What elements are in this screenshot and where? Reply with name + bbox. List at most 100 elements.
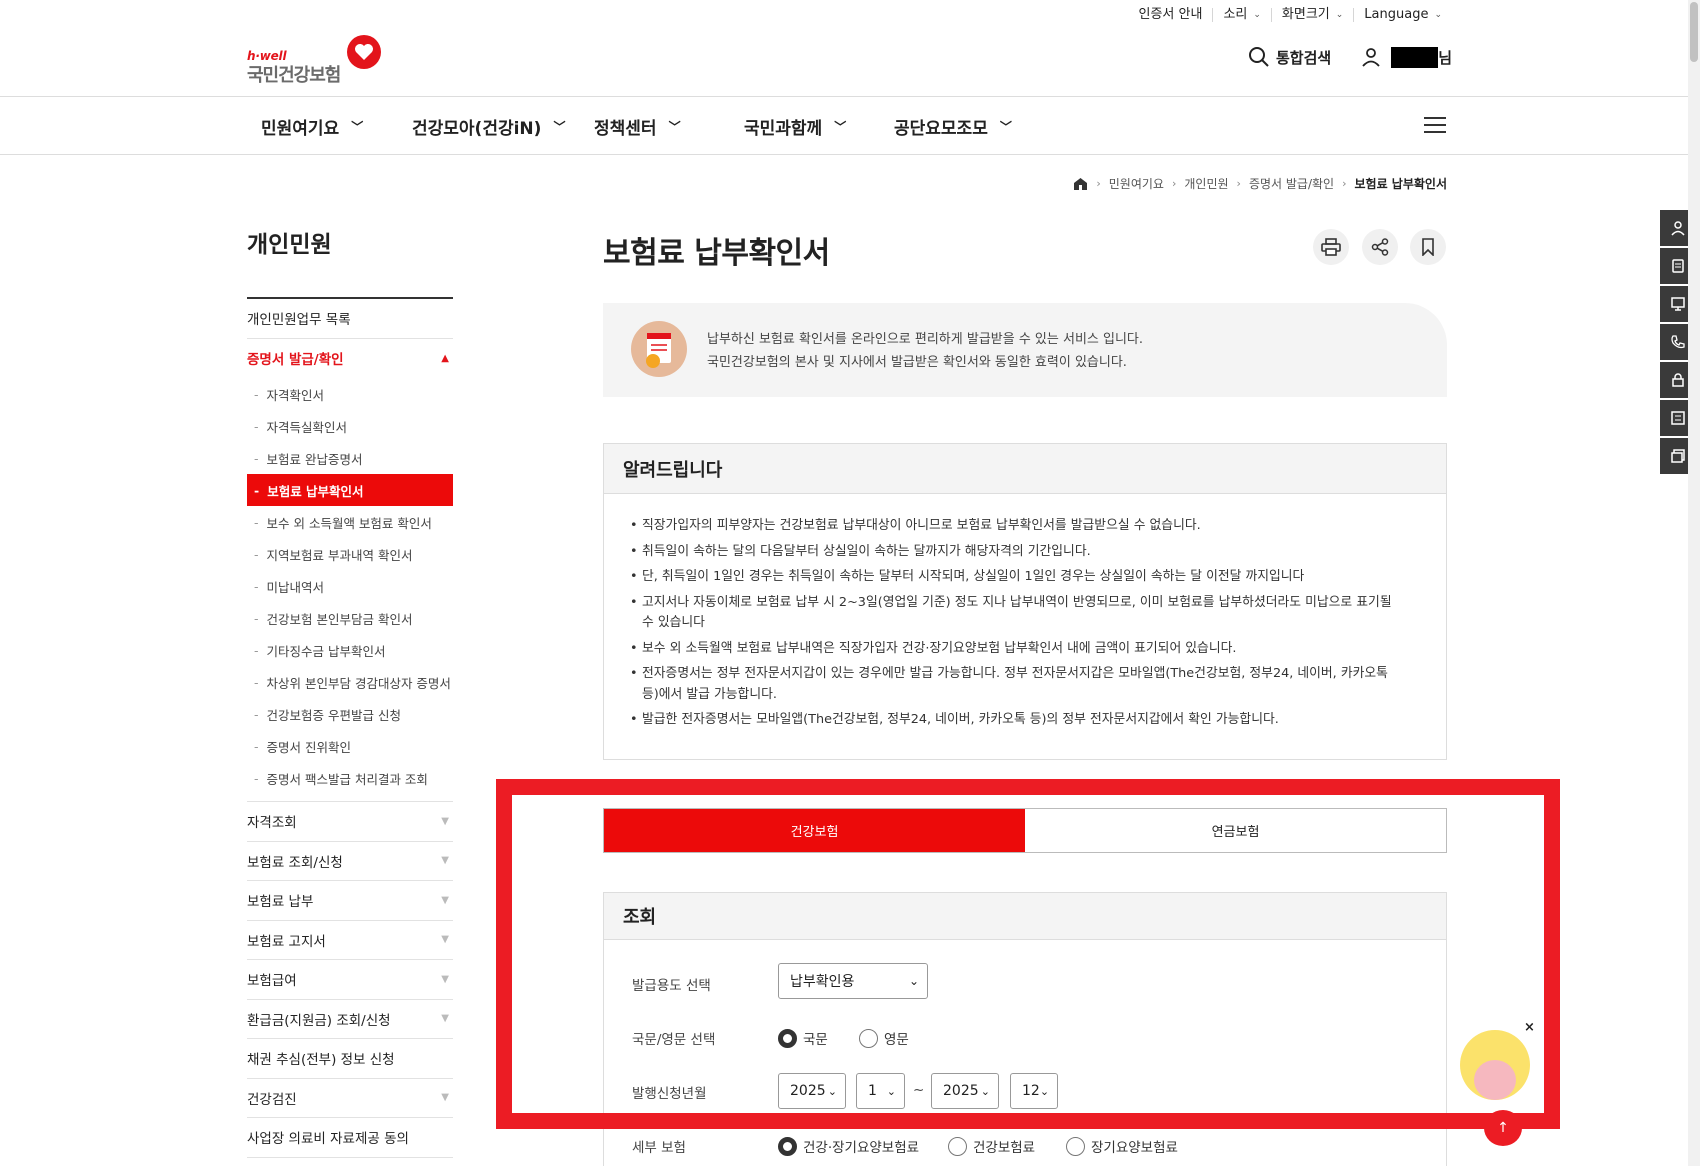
caret-down-icon: ▼ <box>441 973 449 985</box>
sidebar-group[interactable]: 환급금(지원금) 조회/신청 ▼ <box>247 1000 453 1039</box>
sidebar-group[interactable]: 보험급여 ▼ <box>247 960 453 1000</box>
sidebar-subitem[interactable]: - 보험료 완납증명서 <box>247 442 453 474</box>
user-menu[interactable]: 님 <box>1361 46 1452 68</box>
breadcrumb-current: 보험료 납부확인서 <box>1354 177 1448 191</box>
gnb-item-civil[interactable]: 민원여기요 ﹀ <box>261 97 363 155</box>
scrollbar-thumb[interactable] <box>1690 2 1698 62</box>
notice-item: 단, 취득일이 1일인 경우는 취득일이 속하는 달부터 시작되며, 상실일이 … <box>630 567 1406 588</box>
notice-item: 전자증명서는 정부 전자문서지갑이 있는 경우에만 발급 가능합니다. 정부 전… <box>630 664 1406 705</box>
radio-label: 건강·장기요양보험료 <box>803 1140 920 1156</box>
redacted-username <box>1391 46 1439 68</box>
sidebar-item-label: 보험료 납부 <box>247 894 314 911</box>
sidebar-subitem[interactable]: - 차상위 본인부담 경감대상자 증명서 <box>247 666 453 698</box>
sidebar-subitem[interactable]: - 증명서 진위확인 <box>247 730 453 762</box>
intro-text: 국민건강보험의 본사 및 지사에서 발급받은 확인서와 동일한 효력이 있습니다… <box>707 355 1127 370</box>
dash-icon: - <box>254 418 259 434</box>
chevron-down-icon: ⌄ <box>1253 10 1261 20</box>
user-suffix: 님 <box>1438 48 1452 67</box>
sidebar-subitem[interactable]: - 지역보험료 부과내역 확인서 <box>247 538 453 570</box>
sidebar-group[interactable]: 보험료 고지서 ▼ <box>247 921 453 960</box>
gnb-item-corp[interactable]: 공단요모조모 ﹀ <box>894 97 1012 155</box>
chevron-down-icon: ﹀ <box>834 119 847 134</box>
document-illustration-icon <box>631 321 687 377</box>
sidebar-subitem[interactable]: - 기타징수금 납부확인서 <box>247 634 453 666</box>
sidebar-group[interactable]: 보험료 납부 ▼ <box>247 881 453 921</box>
sidebar-subitem[interactable]: - 보수 외 소득월액 보험료 확인서 <box>247 506 453 538</box>
breadcrumb-item[interactable]: 개인민원 <box>1184 175 1228 192</box>
caret-up-icon: ▲ <box>441 352 449 364</box>
caret-down-icon: ▼ <box>441 1092 449 1104</box>
sidebar-subitem[interactable]: - 미납내역서 <box>247 570 453 602</box>
cert-guide-label: 인증서 안내 <box>1138 7 1203 22</box>
gnb-item-health[interactable]: 건강모아(건강iN) ﹀ <box>412 97 565 155</box>
notice-list: 직장가입자의 피부양자는 건강보험료 납부대상이 아니므로 보험료 납부확인서를… <box>604 494 1446 731</box>
share-button[interactable] <box>1362 229 1398 265</box>
radio-checked-icon <box>778 1136 797 1156</box>
screen-size-label: 화면크기 <box>1281 7 1330 22</box>
hamburger-menu-icon[interactable] <box>1424 117 1446 135</box>
gnb-label: 정책센터 <box>594 118 657 139</box>
home-icon[interactable] <box>1073 177 1088 191</box>
scrollbar[interactable] <box>1688 0 1700 1166</box>
sidebar-group[interactable]: 보험료 조회/신청 ▼ <box>247 842 453 881</box>
dash-icon: - <box>254 770 259 786</box>
sidebar-subitem-label: 지역보험료 부과내역 확인서 <box>266 547 413 563</box>
sidebar-subitem-label: 보험료 완납증명서 <box>266 451 363 467</box>
chevron-down-icon: ⌄ <box>1434 10 1442 20</box>
sidebar-item-label: 보험급여 <box>247 973 297 990</box>
chevron-down-icon: ﹀ <box>553 119 566 134</box>
notice-item: 직장가입자의 피부양자는 건강보험료 납부대상이 아니므로 보험료 납부확인서를… <box>630 516 1406 537</box>
breadcrumb-separator: › <box>1342 177 1347 190</box>
gnb-item-people[interactable]: 국민과함께 ﹀ <box>744 97 846 155</box>
page-title: 보험료 납부확인서 <box>603 236 830 271</box>
breadcrumb-item[interactable]: 민원여기요 <box>1109 175 1164 192</box>
radio-ltc[interactable]: 장기요양보험료 <box>1066 1136 1178 1156</box>
scroll-top-button[interactable]: ↑ <box>1484 1110 1522 1146</box>
radio-health-ltc[interactable]: 건강·장기요양보험료 <box>778 1136 919 1156</box>
screen-size-menu[interactable]: 화면크기 ⌄ <box>1270 7 1353 22</box>
chevron-down-icon: ﹀ <box>999 119 1012 134</box>
sidebar-group-certificate[interactable]: 증명서 발급/확인 ▲ <box>247 339 453 379</box>
sidebar-group[interactable]: 채권 추심(전부) 정보 신청 <box>247 1039 453 1079</box>
dash-icon: - <box>254 546 259 562</box>
notice-item: 보수 외 소득월액 보험료 납부내역은 직장가입자 건강·장기요양보험 납부확인… <box>630 639 1406 660</box>
sidebar-item-list[interactable]: 개인민원업무 목록 <box>247 299 453 339</box>
language-menu[interactable]: Language ⌄ <box>1353 8 1452 22</box>
radio-health[interactable]: 건강보험료 <box>948 1136 1035 1156</box>
bookmark-button[interactable] <box>1410 229 1446 265</box>
cert-guide-link[interactable]: 인증서 안내 <box>1129 8 1213 22</box>
user-icon <box>1362 48 1380 67</box>
gnb-item-policy[interactable]: 정책센터 ﹀ <box>594 97 681 155</box>
sidebar-item-label: 보험료 조회/신청 <box>247 854 343 871</box>
gnb-label: 공단요모조모 <box>894 118 988 139</box>
radio-label: 장기요양보험료 <box>1091 1140 1178 1156</box>
chatbot-close-icon[interactable]: × <box>1524 1020 1535 1035</box>
sidebar-item-label: 채권 추심(전부) 정보 신청 <box>247 1052 395 1069</box>
sidebar-subitem[interactable]: - 자격확인서 <box>247 378 453 410</box>
sidebar-group[interactable]: 건강검진 ▼ <box>247 1079 453 1118</box>
sidebar-subitem[interactable]: - 건강보험증 우편발급 신청 <box>247 698 453 730</box>
breadcrumb-item[interactable]: 증명서 발급/확인 <box>1249 175 1334 192</box>
dash-icon: - <box>254 738 259 754</box>
sidebar-group[interactable]: 자격조회 ▼ <box>247 802 453 842</box>
sound-menu[interactable]: 소리 ⌄ <box>1212 8 1270 22</box>
intro-box: 납부하신 보험료 확인서를 온라인으로 편리하게 발급받을 수 있는 서비스 입… <box>603 303 1447 397</box>
dash-icon: - <box>254 674 259 690</box>
dash-icon: - <box>254 482 260 498</box>
notice-item: 고지서나 자동이체로 보험료 납부 시 2~3일(영업일 기준) 정도 지나 납… <box>630 593 1406 634</box>
sidebar-subitem[interactable]: - 건강보험 본인부담금 확인서 <box>247 602 453 634</box>
print-button[interactable] <box>1313 229 1349 265</box>
dash-icon: - <box>254 450 259 466</box>
gnb-label: 건강모아(건강iN) <box>412 118 542 139</box>
sidebar-subitem-active[interactable]: - 보험료 납부확인서 <box>247 474 453 506</box>
sidebar-subitem[interactable]: - 증명서 팩스발급 처리결과 조회 <box>247 762 453 794</box>
sidebar-subitem-label: 미납내역서 <box>266 579 325 595</box>
integrated-search-button[interactable]: 통합검색 <box>1248 46 1331 68</box>
sidebar-group[interactable]: 사업장 의료비 자료제공 동의 <box>247 1118 453 1158</box>
dash-icon: - <box>254 514 259 530</box>
sidebar-subitem[interactable]: - 자격득실확인서 <box>247 410 453 442</box>
sidebar-subitem-label: 증명서 진위확인 <box>266 739 351 755</box>
site-logo[interactable]: h·well 국민건강보험 <box>247 35 381 86</box>
chatbot-button[interactable] <box>1460 1030 1530 1100</box>
bookmark-icon <box>1422 238 1434 256</box>
